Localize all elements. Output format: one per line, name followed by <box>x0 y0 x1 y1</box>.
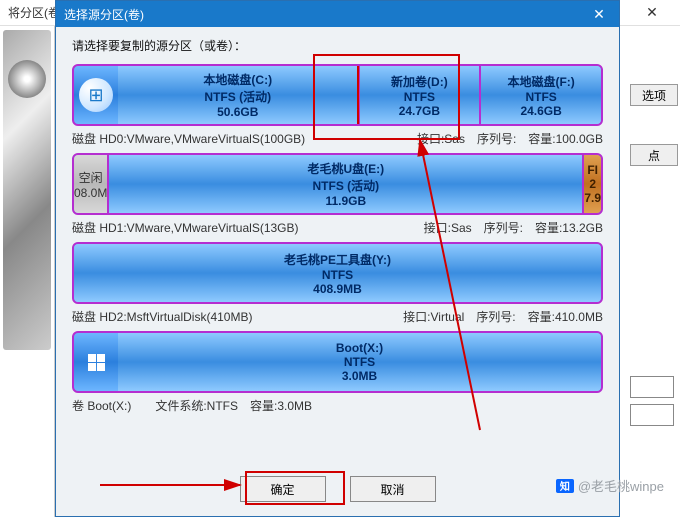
disk-block: Boot(X:)NTFS3.0MB 卷 Boot(X:) 文件系统:NTFS 容量… <box>72 331 603 414</box>
partition-fs: NTFS <box>344 355 375 369</box>
partition-fs: 2 <box>589 177 596 191</box>
partition[interactable]: 老毛桃U盘(E:)NTFS (活动)11.9GB <box>107 155 582 213</box>
partition-size: 7.9 <box>584 191 601 205</box>
select-source-partition-dialog: 选择源分区(卷) ✕ 请选择要复制的源分区（或卷）： ⊞本地磁盘(C:)NTFS… <box>55 0 620 517</box>
disk-info-right: 接口:Virtual 序列号: 容量:410.0MB <box>403 308 603 325</box>
partition[interactable]: Boot(X:)NTFS3.0MB <box>118 333 601 391</box>
bg-point-button[interactable]: 点 <box>630 144 678 166</box>
disk-partition-bar: ⊞本地磁盘(C:)NTFS (活动)50.6GB新加卷(D:)NTFS24.7G… <box>72 64 603 126</box>
disk-info-left: 磁盘 HD0:VMware,VMwareVirtualS(100GB) <box>72 130 417 147</box>
cancel-button[interactable]: 取消 <box>350 476 436 502</box>
bg-sidebar <box>0 26 55 517</box>
bg-right-controls: 选项 点 <box>630 60 680 432</box>
zhihu-logo-icon: 知 <box>556 479 574 493</box>
partition-size: 08.0M <box>74 186 107 200</box>
partition-size: 50.6GB <box>217 105 258 119</box>
bg-field-2[interactable] <box>630 404 674 426</box>
bg-close-icon[interactable]: ✕ <box>632 0 672 26</box>
hdd-image <box>3 30 51 350</box>
partition[interactable]: 本地磁盘(F:)NTFS24.6GB <box>479 66 601 124</box>
disk-info-row: 磁盘 HD2:MsftVirtualDisk(410MB)接口:Virtual … <box>72 308 603 325</box>
partition-name: 老毛桃U盘(E:) <box>308 160 385 177</box>
disk-partition-bar: 空闲08.0M老毛桃U盘(E:)NTFS (活动)11.9GBFI27.9 <box>72 153 603 215</box>
watermark-text: @老毛桃winpe <box>578 476 664 495</box>
partition[interactable]: FI27.9 <box>582 155 601 213</box>
disk-block: ⊞本地磁盘(C:)NTFS (活动)50.6GB新加卷(D:)NTFS24.7G… <box>72 64 603 147</box>
disk-info-row: 磁盘 HD0:VMware,VMwareVirtualS(100GB)接口:Sa… <box>72 130 603 147</box>
partition-name: 本地磁盘(C:) <box>203 71 272 88</box>
partition[interactable]: 空闲08.0M <box>74 155 107 213</box>
watermark: 知 @老毛桃winpe <box>556 476 664 495</box>
bg-title: 将分区(卷 <box>8 4 60 21</box>
bg-field-1[interactable] <box>630 376 674 398</box>
partition-name: 老毛桃PE工具盘(Y:) <box>284 251 391 268</box>
bg-options-button[interactable]: 选项 <box>630 84 678 106</box>
partition-name: 空闲 <box>79 169 103 186</box>
windows-10-icon <box>74 333 118 391</box>
partition-name: 本地磁盘(F:) <box>507 73 574 90</box>
partition-fs: NTFS <box>322 268 353 282</box>
partition[interactable]: 新加卷(D:)NTFS24.7GB <box>358 66 480 124</box>
partition-name: Boot(X:) <box>336 341 383 355</box>
dialog-prompt: 请选择要复制的源分区（或卷）： <box>72 37 603 54</box>
dialog-button-row: 确定 取消 <box>56 476 619 502</box>
ok-button[interactable]: 确定 <box>240 476 326 502</box>
disk-block: 老毛桃PE工具盘(Y:)NTFS408.9MB 磁盘 HD2:MsftVirtua… <box>72 242 603 325</box>
disk-info-left: 磁盘 HD2:MsftVirtualDisk(410MB) <box>72 308 403 325</box>
disk-info-left: 磁盘 HD1:VMware,VMwareVirtualS(13GB) <box>72 219 424 236</box>
partition-size: 11.9GB <box>325 194 366 208</box>
dialog-title: 选择源分区(卷) <box>64 6 144 23</box>
partition[interactable]: 老毛桃PE工具盘(Y:)NTFS408.9MB <box>74 244 601 302</box>
partition-fs: NTFS <box>525 90 556 104</box>
disk-block: 空闲08.0M老毛桃U盘(E:)NTFS (活动)11.9GBFI27.9磁盘 … <box>72 153 603 236</box>
disk-info-row: 磁盘 HD1:VMware,VMwareVirtualS(13GB)接口:Sas… <box>72 219 603 236</box>
partition-size: 3.0MB <box>342 369 377 383</box>
partition-size: 24.6GB <box>520 104 561 118</box>
disk-list: ⊞本地磁盘(C:)NTFS (活动)50.6GB新加卷(D:)NTFS24.7G… <box>72 64 603 414</box>
disk-info-row: 卷 Boot(X:) 文件系统:NTFS 容量:3.0MB <box>72 397 603 414</box>
disk-info-right: 接口:Sas 序列号: 容量:13.2GB <box>424 219 603 236</box>
partition-size: 408.9MB <box>313 282 362 296</box>
disk-partition-bar: 老毛桃PE工具盘(Y:)NTFS408.9MB <box>72 242 603 304</box>
partition-fs: NTFS (活动) <box>313 177 380 194</box>
disk-info-left: 卷 Boot(X:) 文件系统:NTFS 容量:3.0MB <box>72 397 603 414</box>
partition[interactable]: 本地磁盘(C:)NTFS (活动)50.6GB <box>118 66 358 124</box>
partition-fs: NTFS (活动) <box>204 88 271 105</box>
windows-7-icon: ⊞ <box>74 66 118 124</box>
dialog-close-button[interactable]: ✕ <box>579 1 619 27</box>
dialog-titlebar: 选择源分区(卷) ✕ <box>56 1 619 27</box>
disk-info-right: 接口:Sas 序列号: 容量:100.0GB <box>417 130 603 147</box>
selection-outline <box>357 64 483 126</box>
partition-name: FI <box>587 163 598 177</box>
disk-partition-bar: Boot(X:)NTFS3.0MB <box>72 331 603 393</box>
